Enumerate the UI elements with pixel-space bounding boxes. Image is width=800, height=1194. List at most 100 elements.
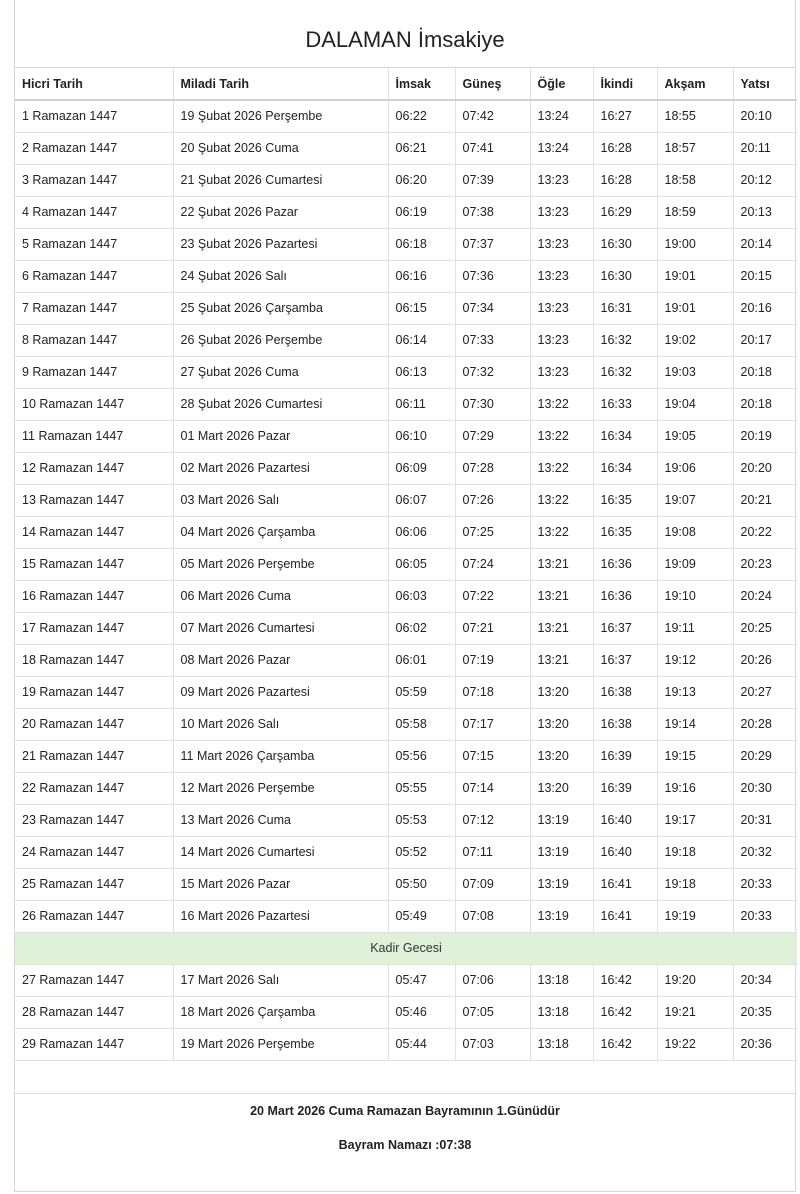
table-cell: 20:30 bbox=[733, 772, 797, 805]
table-cell: 06:05 bbox=[388, 548, 456, 581]
table-cell: 13:19 bbox=[530, 868, 594, 901]
table-cell: 16:37 bbox=[593, 612, 658, 645]
table-cell: 16:40 bbox=[593, 804, 658, 837]
table-cell: 16:27 bbox=[593, 100, 658, 133]
table-cell: 13:22 bbox=[530, 516, 594, 549]
table-cell: 20:31 bbox=[733, 804, 797, 837]
table-cell: 07:19 bbox=[455, 644, 531, 677]
table-row: 6 Ramazan 1447 24 Şubat 2026 Salı 06:16 07:… bbox=[15, 260, 797, 293]
table-cell: 23 Şubat 2026 Pazartesi bbox=[173, 228, 389, 261]
table-cell: 19:00 bbox=[657, 228, 734, 261]
table-cell: 07:26 bbox=[455, 484, 531, 517]
table-cell: 07:28 bbox=[455, 452, 531, 485]
table-row: 25 Ramazan 1447 15 Mart 2026 Pazar 05:50 07… bbox=[15, 868, 797, 901]
table-cell: 13:21 bbox=[530, 580, 594, 613]
table-cell: 06:09 bbox=[388, 452, 456, 485]
column-header: İmsak bbox=[388, 68, 456, 101]
table-cell: 19:02 bbox=[657, 324, 734, 357]
table-cell: 19:22 bbox=[657, 1028, 734, 1061]
table-cell: 06:07 bbox=[388, 484, 456, 517]
table-cell: 16:41 bbox=[593, 900, 658, 933]
table-cell: 13:18 bbox=[530, 964, 594, 997]
table-cell: 16:36 bbox=[593, 580, 658, 613]
table-row: 16 Ramazan 1447 06 Mart 2026 Cuma 06:03 07:… bbox=[15, 580, 797, 613]
table-cell: 13:20 bbox=[530, 708, 594, 741]
table-cell: 20:16 bbox=[733, 292, 797, 325]
table-cell: 16:36 bbox=[593, 548, 658, 581]
table-cell: 10 Mart 2026 Salı bbox=[173, 708, 389, 741]
table-cell: 07:09 bbox=[455, 868, 531, 901]
table-cell: 20:18 bbox=[733, 388, 797, 421]
table-cell: 20:34 bbox=[733, 964, 797, 997]
table-cell: 20:19 bbox=[733, 420, 797, 453]
table-cell: 07:22 bbox=[455, 580, 531, 613]
table-cell: 07:32 bbox=[455, 356, 531, 389]
table-cell: 13:24 bbox=[530, 100, 594, 133]
table-cell: 8 Ramazan 1447 bbox=[15, 324, 174, 357]
table-cell: 19:09 bbox=[657, 548, 734, 581]
table-cell: 6 Ramazan 1447 bbox=[15, 260, 174, 293]
table-cell: 20:10 bbox=[733, 100, 797, 133]
table-cell: 16:35 bbox=[593, 516, 658, 549]
table-cell: 18 Mart 2026 Çarşamba bbox=[173, 996, 389, 1029]
table-cell: 20:11 bbox=[733, 132, 797, 165]
table-cell: 07:21 bbox=[455, 612, 531, 645]
table-cell: 20:13 bbox=[733, 196, 797, 229]
table-cell: 20 Ramazan 1447 bbox=[15, 708, 174, 741]
table-cell: 20:12 bbox=[733, 164, 797, 197]
table-cell: 20:26 bbox=[733, 644, 797, 677]
table-cell: 13:22 bbox=[530, 484, 594, 517]
column-header: Öğle bbox=[530, 68, 594, 101]
table-cell: 06:06 bbox=[388, 516, 456, 549]
table-cell: 19:08 bbox=[657, 516, 734, 549]
table-row: 23 Ramazan 1447 13 Mart 2026 Cuma 05:53 07:… bbox=[15, 804, 797, 837]
table-cell: 06:22 bbox=[388, 100, 456, 133]
table-row: 4 Ramazan 1447 22 Şubat 2026 Pazar 06:19 07… bbox=[15, 196, 797, 229]
table-cell: 05:56 bbox=[388, 740, 456, 773]
table-row: 29 Ramazan 1447 19 Mart 2026 Perşembe 05:4… bbox=[15, 1028, 797, 1061]
table-cell: 14 Mart 2026 Cumartesi bbox=[173, 836, 389, 869]
table-row: 28 Ramazan 1447 18 Mart 2026 Çarşamba 05:4… bbox=[15, 996, 797, 1029]
table-cell: 16 Mart 2026 Pazartesi bbox=[173, 900, 389, 933]
table-cell: 20:29 bbox=[733, 740, 797, 773]
table-cell: 05:58 bbox=[388, 708, 456, 741]
table-row: 24 Ramazan 1447 14 Mart 2026 Cumartesi 05:… bbox=[15, 836, 797, 869]
table-row: 8 Ramazan 1447 26 Şubat 2026 Perşembe 06:1… bbox=[15, 324, 797, 357]
table-cell: 5 Ramazan 1447 bbox=[15, 228, 174, 261]
table-cell: 13:22 bbox=[530, 452, 594, 485]
table-cell: 13:23 bbox=[530, 228, 594, 261]
table-cell: 22 Ramazan 1447 bbox=[15, 772, 174, 805]
table-cell: 06:15 bbox=[388, 292, 456, 325]
table-cell: 16:28 bbox=[593, 164, 658, 197]
table-cell: 06:21 bbox=[388, 132, 456, 165]
table-cell: 18:59 bbox=[657, 196, 734, 229]
table-cell: 07:12 bbox=[455, 804, 531, 837]
table-cell: 21 Ramazan 1447 bbox=[15, 740, 174, 773]
table-cell: 16:34 bbox=[593, 420, 658, 453]
table-cell: 07:15 bbox=[455, 740, 531, 773]
column-header: Hicri Tarih bbox=[15, 68, 174, 101]
table-cell: 19:05 bbox=[657, 420, 734, 453]
table-cell: 28 Ramazan 1447 bbox=[15, 996, 174, 1029]
table-cell: 2 Ramazan 1447 bbox=[15, 132, 174, 165]
table-row: 19 Ramazan 1447 09 Mart 2026 Pazartesi 05:… bbox=[15, 676, 797, 709]
table-cell: 07:42 bbox=[455, 100, 531, 133]
table-cell: 21 Şubat 2026 Cumartesi bbox=[173, 164, 389, 197]
table-cell: 29 Ramazan 1447 bbox=[15, 1028, 174, 1061]
table-cell: 1 Ramazan 1447 bbox=[15, 100, 174, 133]
table-cell: 25 Şubat 2026 Çarşamba bbox=[173, 292, 389, 325]
table-cell: 06:03 bbox=[388, 580, 456, 613]
table-row: 9 Ramazan 1447 27 Şubat 2026 Cuma 06:13 07:… bbox=[15, 356, 797, 389]
table-cell: 16:30 bbox=[593, 260, 658, 293]
table-cell: 08 Mart 2026 Pazar bbox=[173, 644, 389, 677]
table-cell: 07:36 bbox=[455, 260, 531, 293]
table-cell: 11 Mart 2026 Çarşamba bbox=[173, 740, 389, 773]
table-cell: 07:24 bbox=[455, 548, 531, 581]
table-cell: 15 Ramazan 1447 bbox=[15, 548, 174, 581]
table-cell: 20:18 bbox=[733, 356, 797, 389]
table-cell: 20:14 bbox=[733, 228, 797, 261]
column-header: Güneş bbox=[455, 68, 531, 101]
table-cell: 20:32 bbox=[733, 836, 797, 869]
table-cell: 18:55 bbox=[657, 100, 734, 133]
table-cell: 20:35 bbox=[733, 996, 797, 1029]
